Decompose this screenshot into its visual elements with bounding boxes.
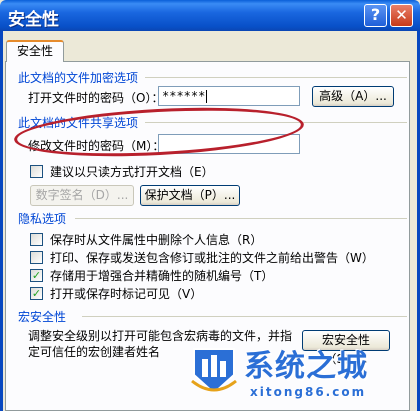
privacy-checkbox-visible-markup[interactable]: ✓ — [30, 287, 43, 300]
privacy-checkbox-remove-info[interactable] — [30, 233, 43, 246]
open-password-input[interactable]: ****** — [158, 86, 300, 106]
text-caret — [206, 90, 208, 103]
separator — [82, 316, 407, 317]
readonly-label: 建议以只读方式打开文档（E） — [50, 165, 214, 179]
open-password-value: ****** — [162, 89, 206, 103]
advanced-button[interactable]: 高级（A）... — [312, 86, 394, 107]
close-button[interactable]: ✕ — [390, 4, 413, 27]
privacy-heading: 隐私选项 — [18, 212, 67, 226]
readonly-checkbox[interactable] — [30, 165, 43, 178]
privacy-label-warn: 打印、保存或发送包含修订或批注的文件之前给出警告（W） — [50, 251, 374, 265]
privacy-checkbox-warn[interactable] — [30, 251, 43, 264]
protect-document-button[interactable]: 保护文档（P）... — [140, 185, 240, 206]
encryption-heading: 此文档的文件加密选项 — [18, 71, 139, 85]
watermark-text: 系统之城 — [244, 349, 368, 384]
help-button[interactable]: ? — [364, 4, 387, 27]
watermark-logo-icon — [191, 348, 237, 395]
macro-heading: 宏安全性 — [18, 310, 67, 324]
tab-security[interactable]: 安全性 — [6, 40, 64, 62]
separator — [145, 77, 407, 78]
privacy-label-remove-info: 保存时从文件属性中删除个人信息（R） — [50, 233, 263, 247]
open-password-label: 打开文件时的密码（O）： — [28, 91, 164, 105]
digital-signature-button: 数字签名（D）... — [30, 185, 134, 206]
watermark: 系统之城 xitong86.com — [180, 335, 420, 411]
separator — [75, 218, 407, 219]
privacy-checkbox-random-number[interactable]: ✓ — [30, 269, 43, 282]
title-bar[interactable]: 安全性 ? ✕ — [0, 0, 420, 31]
privacy-label-random-number: 存储用于增强合并精确性的随机编号（T） — [50, 269, 274, 283]
window-title: 安全性 — [8, 10, 59, 30]
macro-description-line2: 定可信任的宏创建者姓名 — [28, 345, 161, 359]
watermark-url: xitong86.com — [250, 385, 367, 399]
privacy-label-visible-markup: 打开或保存时标记可见（V） — [50, 287, 203, 301]
